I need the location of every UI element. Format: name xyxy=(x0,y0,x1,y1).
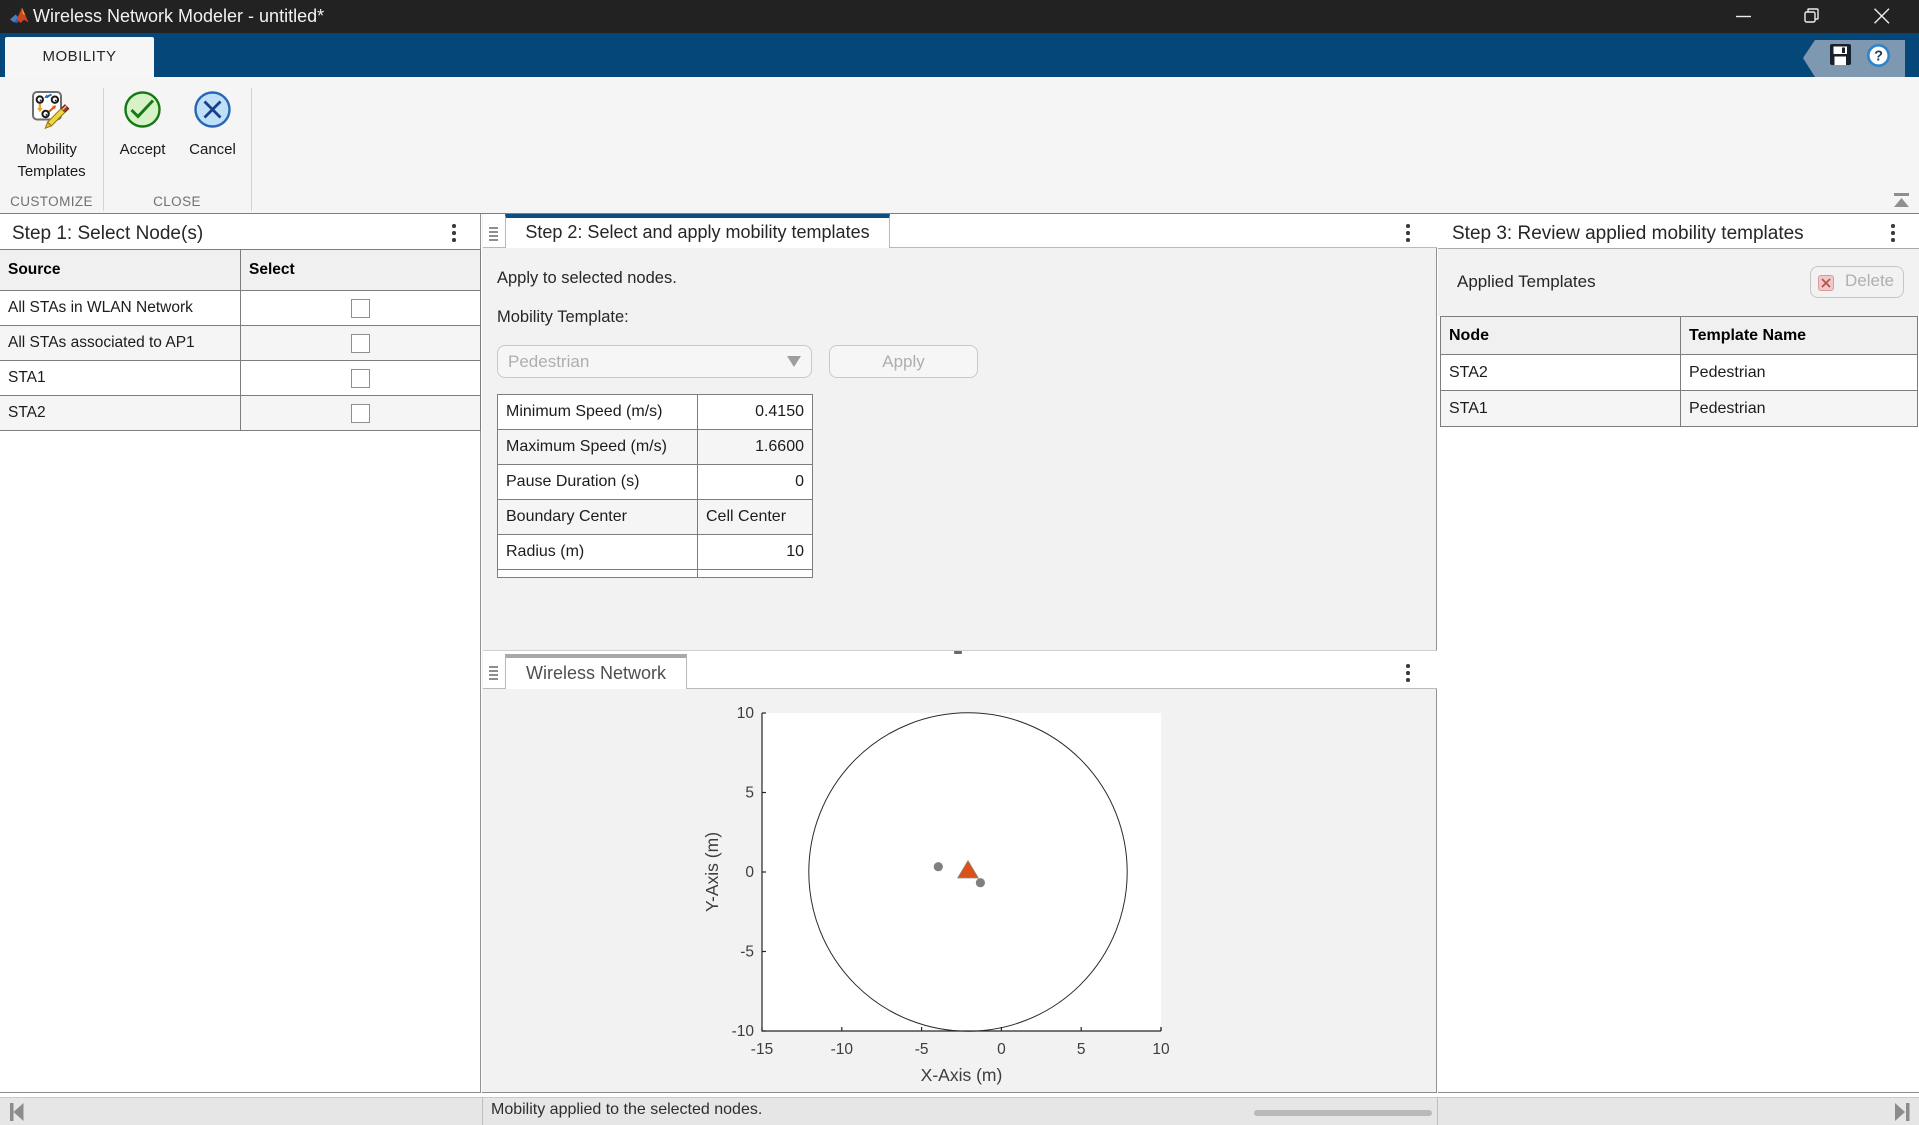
svg-text:0: 0 xyxy=(997,1041,1006,1058)
svg-text:Y-Axis (m): Y-Axis (m) xyxy=(702,832,722,912)
svg-text:10: 10 xyxy=(1152,1041,1170,1058)
svg-text:-5: -5 xyxy=(915,1041,929,1058)
svg-text:X-Axis (m): X-Axis (m) xyxy=(921,1065,1003,1085)
svg-text:10: 10 xyxy=(737,705,755,722)
svg-text:-10: -10 xyxy=(831,1041,854,1058)
svg-text:?: ? xyxy=(1874,48,1883,64)
svg-text:5: 5 xyxy=(745,785,754,802)
svg-text:-10: -10 xyxy=(732,1023,755,1040)
svg-text:-5: -5 xyxy=(740,944,754,961)
svg-text:0: 0 xyxy=(745,864,754,881)
svg-text:5: 5 xyxy=(1077,1041,1086,1058)
svg-text:-15: -15 xyxy=(751,1041,773,1058)
